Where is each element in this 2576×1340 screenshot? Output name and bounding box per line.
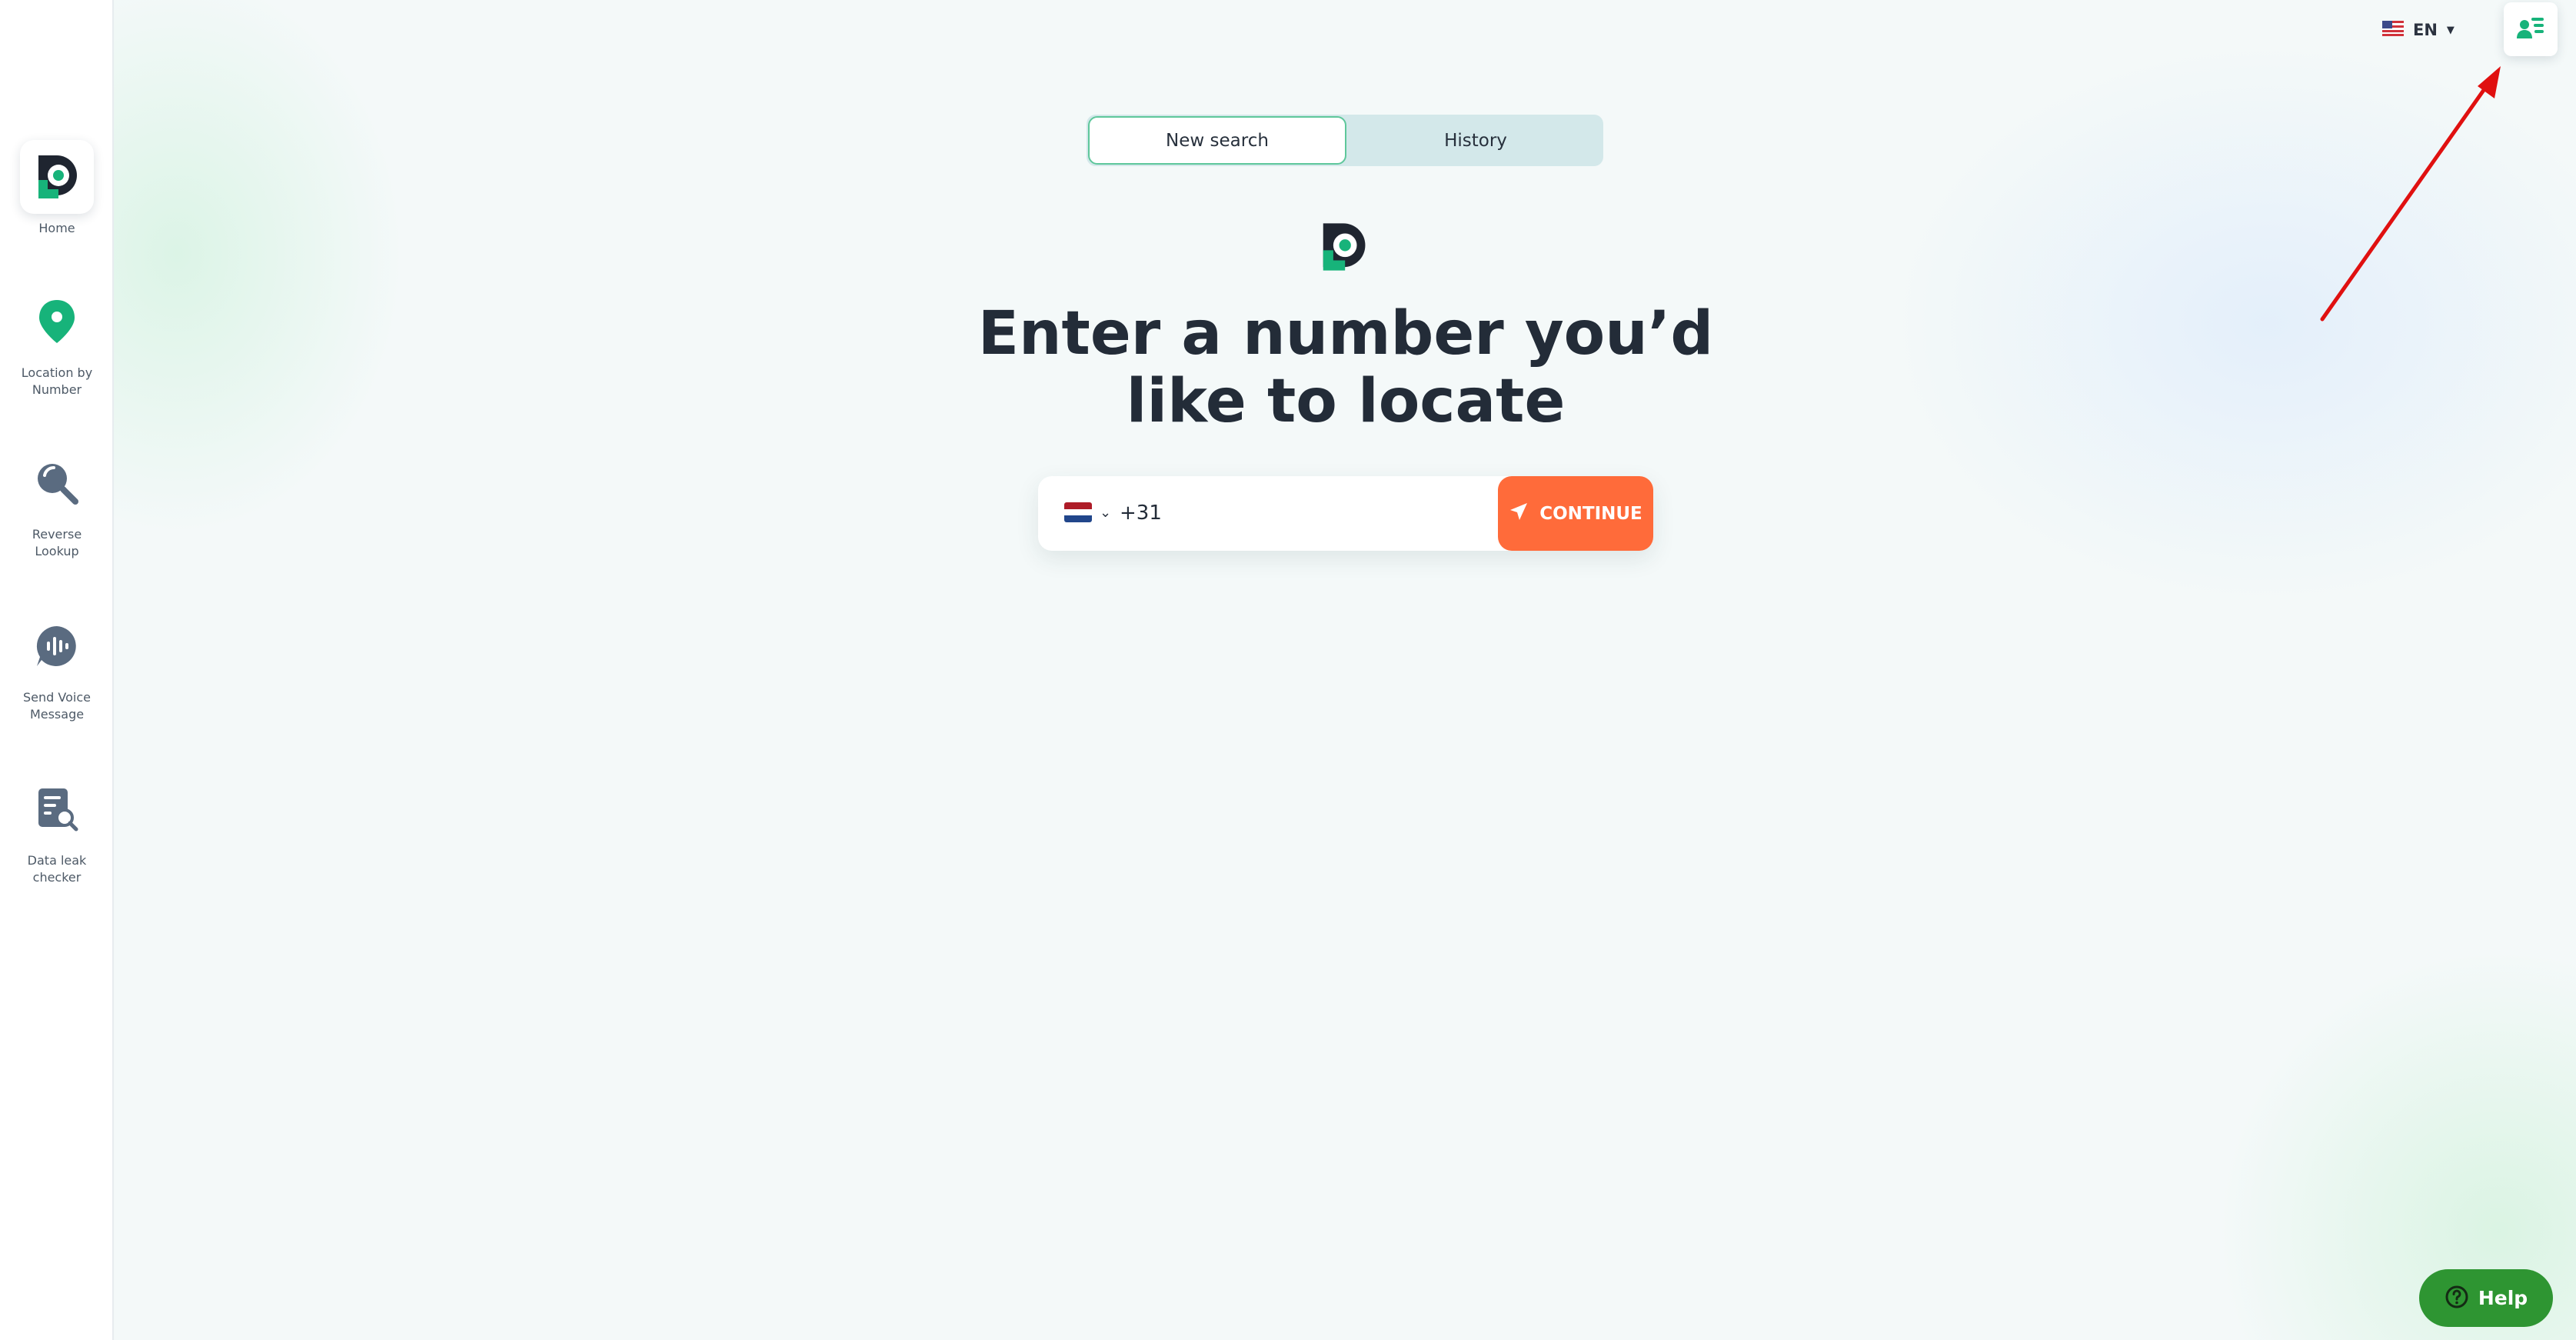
sidebar-item-reverse-lookup[interactable]: Reverse Lookup <box>0 446 114 560</box>
sidebar-item-label: Reverse Lookup <box>32 527 82 558</box>
question-circle-icon <box>2445 1285 2469 1312</box>
headline-line-2: like to locate <box>1126 367 1566 436</box>
page: Home Location by Number Reverse Lookup S… <box>0 0 2576 1340</box>
map-pin-icon <box>20 285 94 358</box>
continue-button[interactable]: CONTINUE <box>1498 476 1653 551</box>
continue-label: CONTINUE <box>1539 503 1642 524</box>
phone-number-input[interactable] <box>1120 493 1519 533</box>
page-title: Enter a number you’d like to locate <box>904 300 1788 435</box>
sidebar-item-data-leak[interactable]: Data leak checker <box>0 772 114 886</box>
sidebar-item-label: Location by Number <box>21 365 93 397</box>
sidebar-item-label: Data leak checker <box>27 853 87 885</box>
headline-line-1: Enter a number you’d <box>977 299 1714 368</box>
document-search-icon <box>20 772 94 846</box>
language-code: EN <box>2413 21 2438 39</box>
netherlands-flag-icon <box>1064 502 1092 522</box>
caret-down-icon: ▼ <box>2446 24 2455 36</box>
send-arrow-icon <box>1509 502 1529 526</box>
user-list-icon <box>2515 12 2546 46</box>
voice-message-icon <box>20 609 94 683</box>
sidebar-item-label: Send Voice Message <box>23 690 91 722</box>
magnifier-icon <box>20 446 94 520</box>
brand-logo-icon <box>1316 220 1370 274</box>
search-tabs: New search History <box>1087 115 1603 166</box>
chevron-down-icon: ⌄ <box>1100 504 1112 521</box>
language-selector[interactable]: EN ▼ <box>2382 18 2455 42</box>
profile-menu-button[interactable] <box>2504 2 2558 56</box>
sidebar-item-location[interactable]: Location by Number <box>0 285 114 398</box>
sidebar-item-label: Home <box>38 221 75 235</box>
tab-history[interactable]: History <box>1348 115 1603 166</box>
tab-new-search[interactable]: New search <box>1088 116 1346 165</box>
help-button[interactable]: Help <box>2419 1269 2553 1327</box>
country-selector[interactable]: ⌄ <box>1064 502 1111 522</box>
sidebar-item-voice-message[interactable]: Send Voice Message <box>0 609 114 723</box>
sidebar-item-home[interactable]: Home <box>0 140 114 237</box>
us-flag-icon <box>2382 21 2404 39</box>
home-logo-icon <box>20 140 94 214</box>
annotation-arrow-icon <box>2320 66 2501 322</box>
sidebar: Home Location by Number Reverse Lookup S… <box>0 0 114 1340</box>
help-label: Help <box>2478 1287 2528 1309</box>
